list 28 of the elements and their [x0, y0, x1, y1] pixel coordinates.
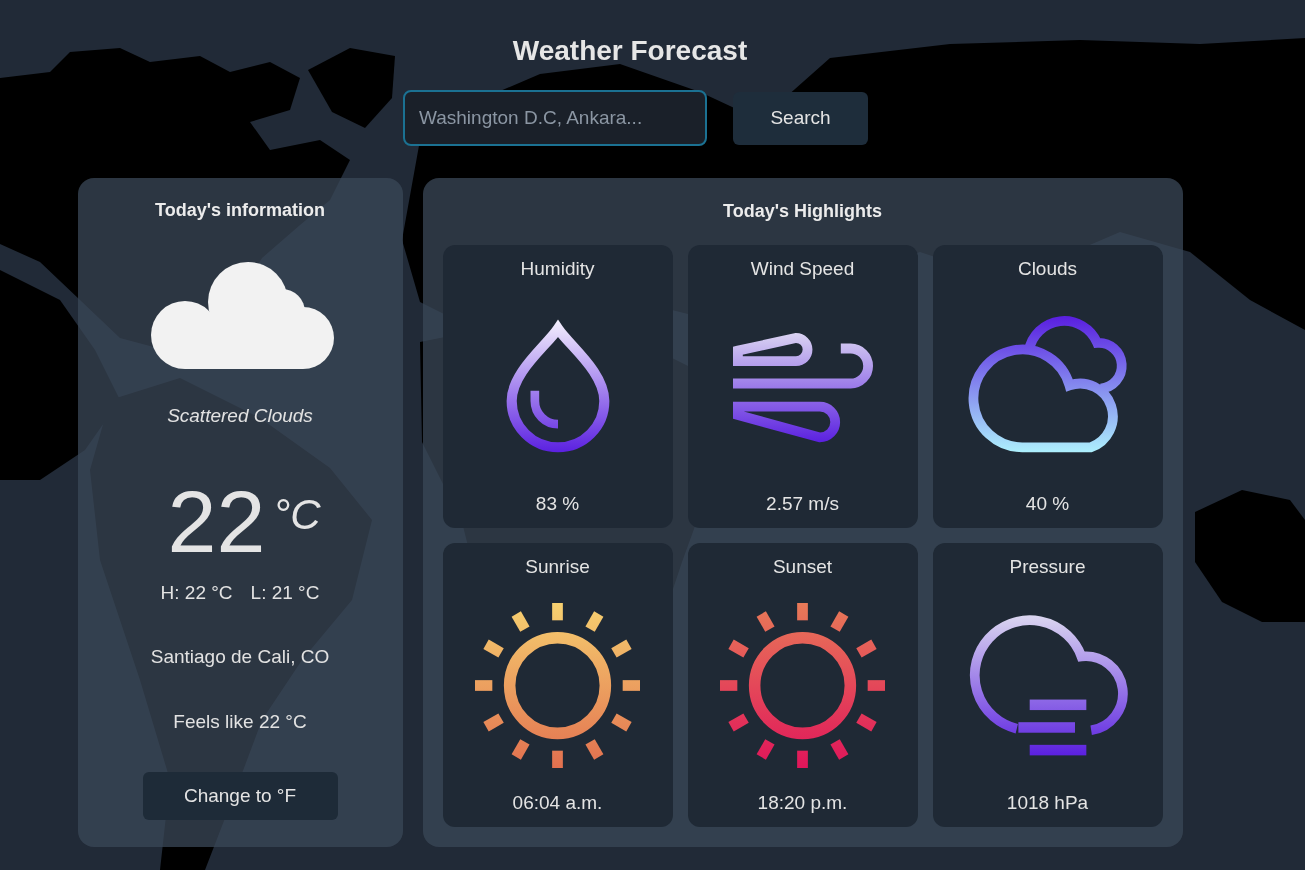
high-temperature: H: 22 °C [160, 581, 233, 605]
page-title: Weather Forecast [512, 34, 748, 68]
low-temperature: L: 21 °C [250, 581, 320, 605]
card-value: 06:04 a.m. [512, 791, 603, 815]
wind-icon [732, 330, 873, 443]
card-value: 83 % [535, 492, 580, 516]
card-value: 2.57 m/s [766, 492, 839, 516]
card-value: 1018 hPa [1006, 791, 1089, 815]
location: Santiago de Cali, CO [150, 645, 330, 669]
card-label: Humidity [520, 257, 595, 281]
unit-toggle-button[interactable]: Change to °F [142, 772, 338, 820]
card-label: Sunrise [525, 555, 590, 579]
card-label: Clouds [1017, 257, 1078, 281]
panel-title: Today's Highlights [723, 200, 882, 223]
card-value: 18:20 p.m. [757, 791, 848, 815]
card-label: Sunset [772, 555, 833, 579]
feels-like: Feels like 22 °C [173, 710, 307, 734]
weather-condition: Scattered Clouds [167, 404, 313, 428]
card-label: Pressure [1009, 555, 1086, 579]
search-field[interactable]: Washington D.C, Ankara... [403, 90, 707, 146]
temperature: 22 [167, 478, 266, 566]
card-label: Wind Speed [750, 257, 855, 281]
temperature-unit: °C [273, 494, 321, 536]
search-button[interactable]: Search [733, 91, 868, 145]
panel-title: Today's information [155, 199, 325, 222]
card-value: 40 % [1025, 492, 1070, 516]
sun-icon [475, 602, 640, 768]
sun-icon [720, 602, 885, 768]
